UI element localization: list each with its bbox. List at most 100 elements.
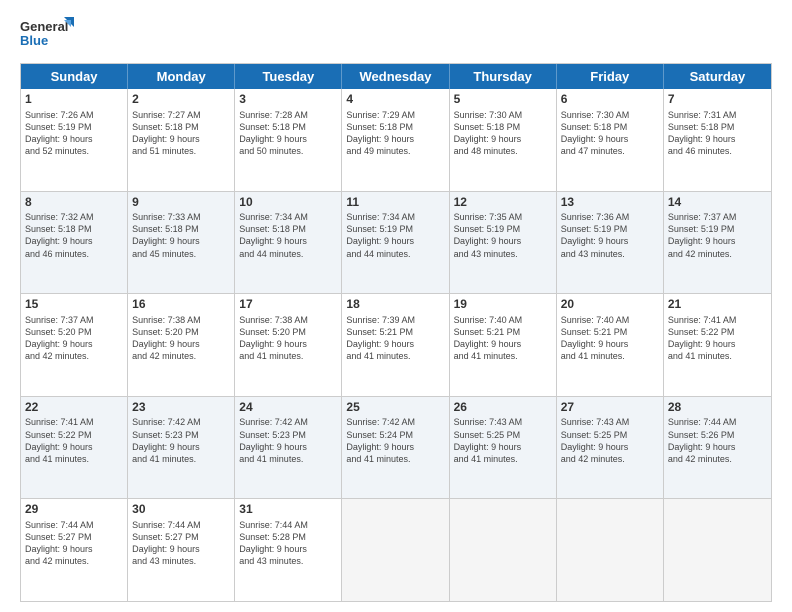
logo-svg: General Blue [20, 15, 75, 53]
day-cell-27: 27Sunrise: 7:43 AM Sunset: 5:25 PM Dayli… [557, 397, 664, 499]
empty-cell [557, 499, 664, 601]
day-cell-21: 21Sunrise: 7:41 AM Sunset: 5:22 PM Dayli… [664, 294, 771, 396]
empty-cell [450, 499, 557, 601]
cell-info: Sunrise: 7:41 AM Sunset: 5:22 PM Dayligh… [25, 416, 123, 465]
cell-info: Sunrise: 7:44 AM Sunset: 5:28 PM Dayligh… [239, 519, 337, 568]
cell-info: Sunrise: 7:26 AM Sunset: 5:19 PM Dayligh… [25, 109, 123, 158]
cell-info: Sunrise: 7:44 AM Sunset: 5:26 PM Dayligh… [668, 416, 767, 465]
calendar: SundayMondayTuesdayWednesdayThursdayFrid… [20, 63, 772, 602]
header: General Blue [20, 15, 772, 53]
day-number: 22 [25, 400, 123, 416]
day-cell-20: 20Sunrise: 7:40 AM Sunset: 5:21 PM Dayli… [557, 294, 664, 396]
day-cell-15: 15Sunrise: 7:37 AM Sunset: 5:20 PM Dayli… [21, 294, 128, 396]
cell-info: Sunrise: 7:31 AM Sunset: 5:18 PM Dayligh… [668, 109, 767, 158]
day-number: 6 [561, 92, 659, 108]
day-number: 16 [132, 297, 230, 313]
day-cell-10: 10Sunrise: 7:34 AM Sunset: 5:18 PM Dayli… [235, 192, 342, 294]
day-cell-26: 26Sunrise: 7:43 AM Sunset: 5:25 PM Dayli… [450, 397, 557, 499]
day-cell-24: 24Sunrise: 7:42 AM Sunset: 5:23 PM Dayli… [235, 397, 342, 499]
day-number: 30 [132, 502, 230, 518]
header-day-wednesday: Wednesday [342, 64, 449, 89]
day-cell-25: 25Sunrise: 7:42 AM Sunset: 5:24 PM Dayli… [342, 397, 449, 499]
calendar-row-5: 29Sunrise: 7:44 AM Sunset: 5:27 PM Dayli… [21, 499, 771, 601]
cell-info: Sunrise: 7:30 AM Sunset: 5:18 PM Dayligh… [561, 109, 659, 158]
day-cell-3: 3Sunrise: 7:28 AM Sunset: 5:18 PM Daylig… [235, 89, 342, 191]
cell-info: Sunrise: 7:43 AM Sunset: 5:25 PM Dayligh… [561, 416, 659, 465]
calendar-row-3: 15Sunrise: 7:37 AM Sunset: 5:20 PM Dayli… [21, 294, 771, 397]
day-number: 31 [239, 502, 337, 518]
day-cell-16: 16Sunrise: 7:38 AM Sunset: 5:20 PM Dayli… [128, 294, 235, 396]
header-day-sunday: Sunday [21, 64, 128, 89]
day-number: 12 [454, 195, 552, 211]
day-cell-23: 23Sunrise: 7:42 AM Sunset: 5:23 PM Dayli… [128, 397, 235, 499]
cell-info: Sunrise: 7:42 AM Sunset: 5:23 PM Dayligh… [132, 416, 230, 465]
cell-info: Sunrise: 7:38 AM Sunset: 5:20 PM Dayligh… [239, 314, 337, 363]
day-number: 7 [668, 92, 767, 108]
header-day-tuesday: Tuesday [235, 64, 342, 89]
header-day-thursday: Thursday [450, 64, 557, 89]
day-cell-8: 8Sunrise: 7:32 AM Sunset: 5:18 PM Daylig… [21, 192, 128, 294]
cell-info: Sunrise: 7:43 AM Sunset: 5:25 PM Dayligh… [454, 416, 552, 465]
cell-info: Sunrise: 7:41 AM Sunset: 5:22 PM Dayligh… [668, 314, 767, 363]
cell-info: Sunrise: 7:30 AM Sunset: 5:18 PM Dayligh… [454, 109, 552, 158]
day-cell-7: 7Sunrise: 7:31 AM Sunset: 5:18 PM Daylig… [664, 89, 771, 191]
day-number: 14 [668, 195, 767, 211]
day-cell-18: 18Sunrise: 7:39 AM Sunset: 5:21 PM Dayli… [342, 294, 449, 396]
cell-info: Sunrise: 7:40 AM Sunset: 5:21 PM Dayligh… [561, 314, 659, 363]
header-day-monday: Monday [128, 64, 235, 89]
empty-cell [342, 499, 449, 601]
cell-info: Sunrise: 7:40 AM Sunset: 5:21 PM Dayligh… [454, 314, 552, 363]
day-number: 2 [132, 92, 230, 108]
day-cell-31: 31Sunrise: 7:44 AM Sunset: 5:28 PM Dayli… [235, 499, 342, 601]
day-number: 23 [132, 400, 230, 416]
calendar-row-1: 1Sunrise: 7:26 AM Sunset: 5:19 PM Daylig… [21, 89, 771, 192]
day-cell-14: 14Sunrise: 7:37 AM Sunset: 5:19 PM Dayli… [664, 192, 771, 294]
day-number: 15 [25, 297, 123, 313]
cell-info: Sunrise: 7:34 AM Sunset: 5:19 PM Dayligh… [346, 211, 444, 260]
cell-info: Sunrise: 7:44 AM Sunset: 5:27 PM Dayligh… [132, 519, 230, 568]
day-number: 1 [25, 92, 123, 108]
day-number: 10 [239, 195, 337, 211]
day-number: 29 [25, 502, 123, 518]
day-number: 8 [25, 195, 123, 211]
calendar-row-4: 22Sunrise: 7:41 AM Sunset: 5:22 PM Dayli… [21, 397, 771, 500]
day-cell-30: 30Sunrise: 7:44 AM Sunset: 5:27 PM Dayli… [128, 499, 235, 601]
day-cell-11: 11Sunrise: 7:34 AM Sunset: 5:19 PM Dayli… [342, 192, 449, 294]
cell-info: Sunrise: 7:39 AM Sunset: 5:21 PM Dayligh… [346, 314, 444, 363]
logo: General Blue [20, 15, 75, 53]
cell-info: Sunrise: 7:32 AM Sunset: 5:18 PM Dayligh… [25, 211, 123, 260]
day-number: 17 [239, 297, 337, 313]
calendar-body: 1Sunrise: 7:26 AM Sunset: 5:19 PM Daylig… [21, 89, 771, 601]
cell-info: Sunrise: 7:42 AM Sunset: 5:24 PM Dayligh… [346, 416, 444, 465]
cell-info: Sunrise: 7:44 AM Sunset: 5:27 PM Dayligh… [25, 519, 123, 568]
cell-info: Sunrise: 7:27 AM Sunset: 5:18 PM Dayligh… [132, 109, 230, 158]
svg-text:Blue: Blue [20, 33, 48, 48]
empty-cell [664, 499, 771, 601]
cell-info: Sunrise: 7:37 AM Sunset: 5:19 PM Dayligh… [668, 211, 767, 260]
day-number: 24 [239, 400, 337, 416]
day-number: 18 [346, 297, 444, 313]
svg-text:General: General [20, 19, 68, 34]
day-number: 27 [561, 400, 659, 416]
day-number: 4 [346, 92, 444, 108]
day-number: 28 [668, 400, 767, 416]
calendar-header: SundayMondayTuesdayWednesdayThursdayFrid… [21, 64, 771, 89]
cell-info: Sunrise: 7:28 AM Sunset: 5:18 PM Dayligh… [239, 109, 337, 158]
cell-info: Sunrise: 7:33 AM Sunset: 5:18 PM Dayligh… [132, 211, 230, 260]
day-cell-22: 22Sunrise: 7:41 AM Sunset: 5:22 PM Dayli… [21, 397, 128, 499]
page: General Blue SundayMondayTuesdayWednesda… [0, 0, 792, 612]
day-number: 20 [561, 297, 659, 313]
day-cell-5: 5Sunrise: 7:30 AM Sunset: 5:18 PM Daylig… [450, 89, 557, 191]
day-cell-1: 1Sunrise: 7:26 AM Sunset: 5:19 PM Daylig… [21, 89, 128, 191]
header-day-friday: Friday [557, 64, 664, 89]
cell-info: Sunrise: 7:42 AM Sunset: 5:23 PM Dayligh… [239, 416, 337, 465]
cell-info: Sunrise: 7:38 AM Sunset: 5:20 PM Dayligh… [132, 314, 230, 363]
day-cell-17: 17Sunrise: 7:38 AM Sunset: 5:20 PM Dayli… [235, 294, 342, 396]
day-cell-4: 4Sunrise: 7:29 AM Sunset: 5:18 PM Daylig… [342, 89, 449, 191]
day-number: 21 [668, 297, 767, 313]
cell-info: Sunrise: 7:29 AM Sunset: 5:18 PM Dayligh… [346, 109, 444, 158]
cell-info: Sunrise: 7:34 AM Sunset: 5:18 PM Dayligh… [239, 211, 337, 260]
day-number: 26 [454, 400, 552, 416]
day-cell-19: 19Sunrise: 7:40 AM Sunset: 5:21 PM Dayli… [450, 294, 557, 396]
day-number: 13 [561, 195, 659, 211]
